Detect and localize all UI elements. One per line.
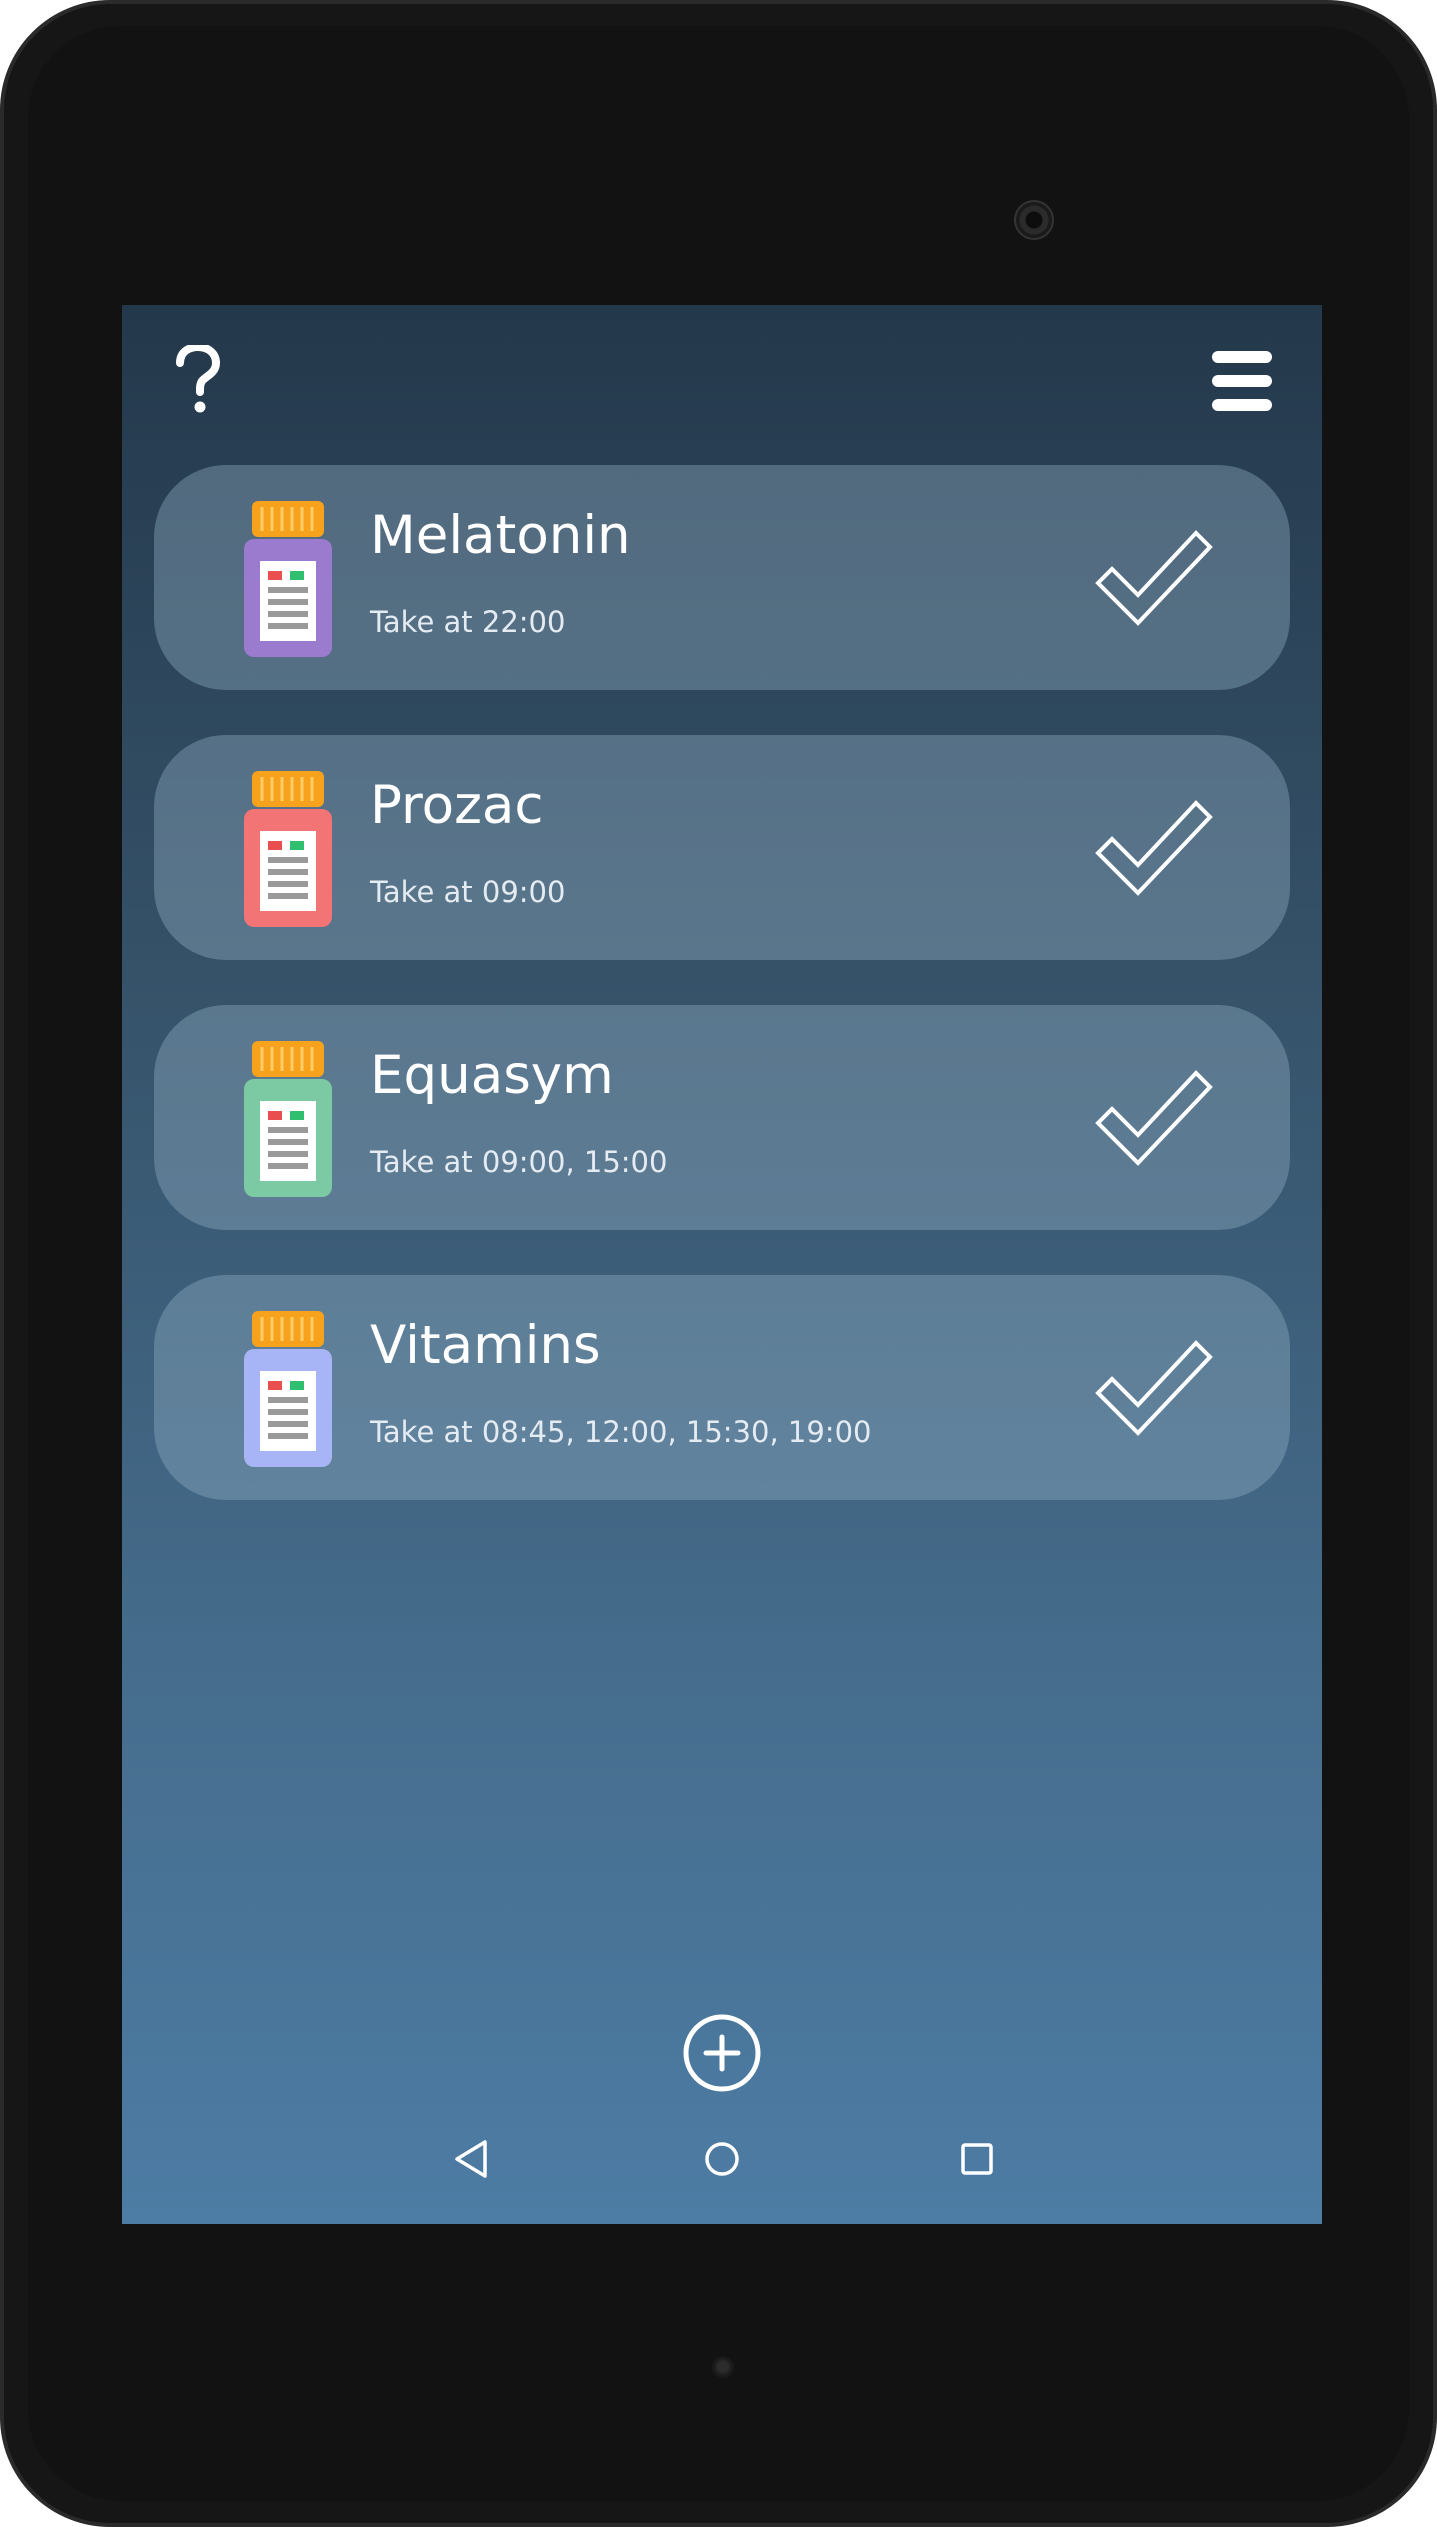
tablet-frame: Melatonin Take at 22:00 Prozac Take at 09:0… — [0, 0, 1437, 2527]
medicine-bottle-icon — [244, 1041, 332, 1197]
medication-schedule: Take at 09:00, 15:00 — [370, 1145, 668, 1179]
medicine-bottle-icon — [244, 1311, 332, 1467]
medication-schedule: Take at 09:00 — [370, 875, 566, 909]
add-circle-icon[interactable] — [682, 2013, 762, 2093]
medicine-bottle-icon — [244, 501, 332, 657]
medication-name: Equasym — [370, 1045, 614, 1106]
hamburger-menu-icon[interactable] — [1212, 351, 1272, 411]
checkmark-icon[interactable] — [1094, 797, 1214, 897]
medication-name: Melatonin — [370, 505, 631, 566]
system-navigation-bar — [122, 2104, 1322, 2224]
circle-home-icon[interactable] — [697, 2134, 747, 2184]
sensor-dot — [712, 2356, 734, 2378]
app-screen: Melatonin Take at 22:00 Prozac Take at 09:0… — [122, 305, 1322, 2224]
square-recents-icon[interactable] — [952, 2134, 1002, 2184]
medication-card[interactable]: Prozac Take at 09:00 — [154, 735, 1290, 960]
medication-schedule: Take at 08:45, 12:00, 15:30, 19:00 — [370, 1415, 872, 1449]
question-mark-icon[interactable] — [172, 345, 222, 415]
triangle-back-icon[interactable] — [447, 2134, 497, 2184]
checkmark-icon[interactable] — [1094, 1337, 1214, 1437]
front-camera — [1014, 200, 1054, 240]
checkmark-icon[interactable] — [1094, 1067, 1214, 1167]
medication-name: Vitamins — [370, 1315, 601, 1376]
medication-card[interactable]: Vitamins Take at 08:45, 12:00, 15:30, 19:… — [154, 1275, 1290, 1500]
medicine-bottle-icon — [244, 771, 332, 927]
medication-card[interactable]: Equasym Take at 09:00, 15:00 — [154, 1005, 1290, 1230]
medication-name: Prozac — [370, 775, 544, 836]
checkmark-icon[interactable] — [1094, 527, 1214, 627]
medication-schedule: Take at 22:00 — [370, 605, 566, 639]
medication-card[interactable]: Melatonin Take at 22:00 — [154, 465, 1290, 690]
